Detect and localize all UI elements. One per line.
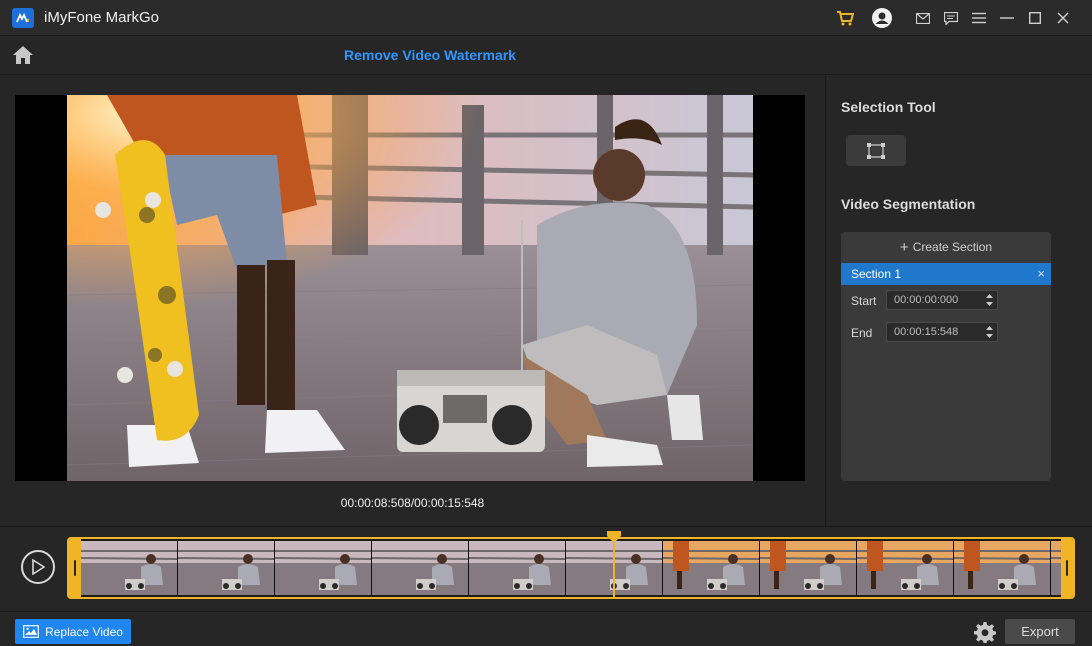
video-player[interactable]: [15, 95, 805, 481]
bottom-bar: Replace Video Export: [0, 611, 1092, 646]
feedback-icon[interactable]: [940, 7, 962, 29]
page-title: Remove Video Watermark: [344, 47, 516, 63]
end-time-input[interactable]: 00:00:15:548: [886, 322, 998, 342]
timeline-thumbnail: [80, 541, 178, 595]
playhead-handle-icon[interactable]: [607, 531, 621, 543]
end-time-value: 00:00:15:548: [894, 326, 959, 338]
timeline-thumbnail: [953, 541, 1051, 595]
play-icon: [32, 559, 45, 575]
close-icon[interactable]: [1052, 7, 1074, 29]
replace-video-label: Replace Video: [45, 624, 123, 639]
play-button[interactable]: [21, 550, 55, 584]
timeline-thumbnail: [177, 541, 275, 595]
timeline-thumbnail: [759, 541, 857, 595]
preview-area: 00:00:08:508/00:00:15:548: [0, 76, 825, 526]
timeline-bar: [0, 526, 1092, 611]
right-panel: Selection Tool Video Segmentation + Crea…: [825, 76, 1092, 526]
video-frame-image[interactable]: [67, 95, 753, 481]
rectangle-selection-button[interactable]: [846, 135, 906, 166]
create-section-button[interactable]: + Create Section: [841, 232, 1051, 262]
cart-icon[interactable]: [834, 7, 856, 29]
home-icon: [13, 46, 33, 64]
end-label: End: [851, 326, 873, 340]
timeline-thumbnail: [274, 541, 372, 595]
image-icon: [23, 625, 39, 638]
start-label: Start: [851, 294, 877, 308]
timeline-thumbnail: [856, 541, 954, 595]
account-icon[interactable]: [871, 7, 893, 29]
end-time-spinner-icon[interactable]: [985, 325, 994, 339]
selection-tool-heading: Selection Tool: [841, 99, 936, 115]
replace-video-button[interactable]: Replace Video: [15, 619, 131, 644]
start-time-spinner-icon[interactable]: [985, 293, 994, 307]
timeline-thumbnail: [371, 541, 469, 595]
export-button[interactable]: Export: [1005, 619, 1075, 644]
timeline-start-handle[interactable]: [69, 539, 81, 597]
minimize-icon[interactable]: [996, 7, 1018, 29]
plus-icon: +: [899, 238, 909, 256]
home-button[interactable]: [10, 43, 36, 67]
gear-icon[interactable]: [974, 621, 996, 643]
page-header: Remove Video Watermark: [0, 36, 1092, 75]
timeline-thumbnail: [662, 541, 760, 595]
timeline-track[interactable]: [67, 537, 1075, 599]
section-label: Section 1: [851, 267, 902, 281]
create-section-label: Create Section: [912, 240, 993, 254]
title-bar: iMyFone MarkGo: [0, 0, 1092, 36]
maximize-icon[interactable]: [1024, 7, 1046, 29]
timeline-thumbnail: [468, 541, 566, 595]
start-time-input[interactable]: 00:00:00:000: [886, 290, 998, 310]
section-close-icon[interactable]: ×: [1037, 266, 1045, 281]
app-title: iMyFone MarkGo: [44, 9, 160, 26]
app-logo-icon: [12, 8, 34, 28]
section-item[interactable]: Section 1 ×: [841, 263, 1051, 285]
start-time-value: 00:00:00:000: [894, 294, 959, 306]
menu-icon[interactable]: [968, 7, 990, 29]
timeline-end-handle[interactable]: [1061, 539, 1073, 597]
segmentation-box: + Create Section Section 1 × Start 00:00…: [841, 232, 1051, 481]
video-segmentation-heading: Video Segmentation: [841, 196, 976, 212]
mail-icon[interactable]: [912, 7, 934, 29]
rectangle-select-icon: [867, 142, 885, 159]
timeline-thumbnails: [80, 541, 1073, 595]
timecode: 00:00:08:508/00:00:15:548: [340, 496, 485, 510]
playhead-line: [613, 539, 615, 598]
